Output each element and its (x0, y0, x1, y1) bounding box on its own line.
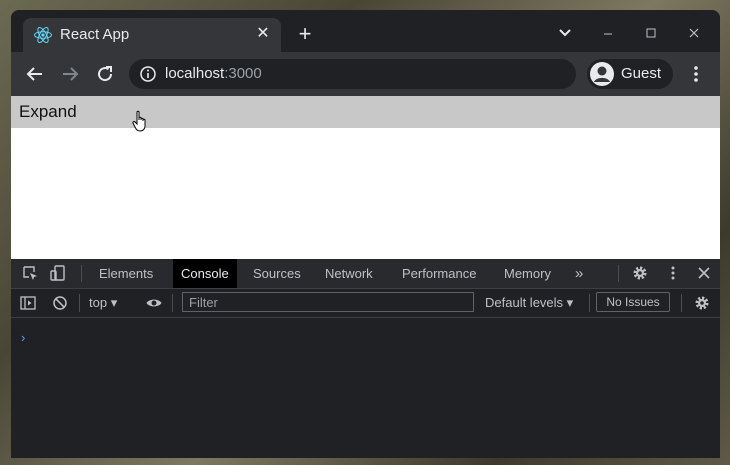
react-logo-icon (34, 26, 52, 44)
log-levels-dropdown[interactable]: Default levels ▾ (485, 295, 573, 311)
tab-strip: React App ✕ + (11, 10, 720, 52)
console-settings-icon[interactable] (693, 294, 711, 312)
devtools-tab-bar: Elements Console Sources Network Perform… (11, 259, 720, 289)
divider (81, 265, 82, 282)
browser-toolbar: localhost:3000 Guest (11, 52, 720, 96)
hand-cursor-icon (132, 110, 146, 132)
settings-gear-icon[interactable] (631, 264, 649, 282)
guest-avatar-icon (590, 62, 614, 86)
tab-sources[interactable]: Sources (245, 259, 309, 288)
levels-label: Default levels (485, 295, 564, 310)
minimize-icon[interactable] (597, 22, 619, 44)
profile-name: Guest (621, 65, 662, 82)
console-toolbar: top ▾ Default levels ▾ No Issues (11, 289, 720, 318)
expand-button[interactable]: Expand (11, 96, 720, 128)
tab-performance[interactable]: Performance (394, 259, 484, 288)
more-tabs-button[interactable]: » (567, 259, 591, 288)
url-port: :3000 (224, 65, 262, 82)
url-text: localhost:3000 (165, 65, 262, 82)
context-value: top (89, 295, 108, 310)
context-selector[interactable]: top ▾ (89, 295, 117, 311)
clear-console-icon[interactable] (51, 294, 69, 312)
info-icon[interactable] (139, 65, 157, 83)
console-prompt[interactable]: › (21, 330, 25, 345)
new-tab-button[interactable]: + (294, 23, 316, 45)
eye-icon[interactable] (145, 294, 163, 312)
url-host: localhost (165, 65, 225, 82)
divider (589, 294, 590, 312)
divider (79, 294, 80, 312)
maximize-icon[interactable] (640, 22, 662, 44)
device-toggle-icon[interactable] (49, 264, 67, 282)
reload-icon[interactable] (93, 62, 117, 86)
tab-network[interactable]: Network (317, 259, 381, 288)
tab-react-app[interactable]: React App ✕ (23, 18, 281, 52)
inspect-element-icon[interactable] (21, 264, 39, 282)
tab-console[interactable]: Console (173, 259, 237, 288)
close-window-icon[interactable] (683, 22, 705, 44)
close-devtools-icon[interactable] (695, 264, 713, 282)
tab-elements[interactable]: Elements (91, 259, 161, 288)
divider (618, 265, 619, 282)
divider (681, 294, 682, 312)
close-tab-icon[interactable]: ✕ (253, 24, 273, 44)
kebab-menu-icon[interactable] (688, 62, 704, 86)
divider (172, 294, 173, 312)
devtools-panel: Elements Console Sources Network Perform… (11, 259, 720, 458)
devtools-menu-icon[interactable] (664, 264, 682, 282)
profile-button[interactable]: Guest (587, 59, 673, 89)
tab-memory[interactable]: Memory (496, 259, 559, 288)
sidebar-toggle-icon[interactable] (19, 294, 37, 312)
issues-button[interactable]: No Issues (596, 292, 670, 312)
filter-input[interactable] (182, 292, 474, 312)
page-viewport: Expand (11, 96, 720, 259)
back-arrow-icon[interactable] (23, 62, 47, 86)
tab-title: React App (60, 26, 130, 43)
chevron-down-icon[interactable] (554, 22, 576, 44)
forward-arrow-icon[interactable] (58, 62, 82, 86)
address-bar[interactable]: localhost:3000 (129, 59, 576, 89)
browser-window: React App ✕ + localhost:3000 Guest Expan… (11, 10, 720, 458)
